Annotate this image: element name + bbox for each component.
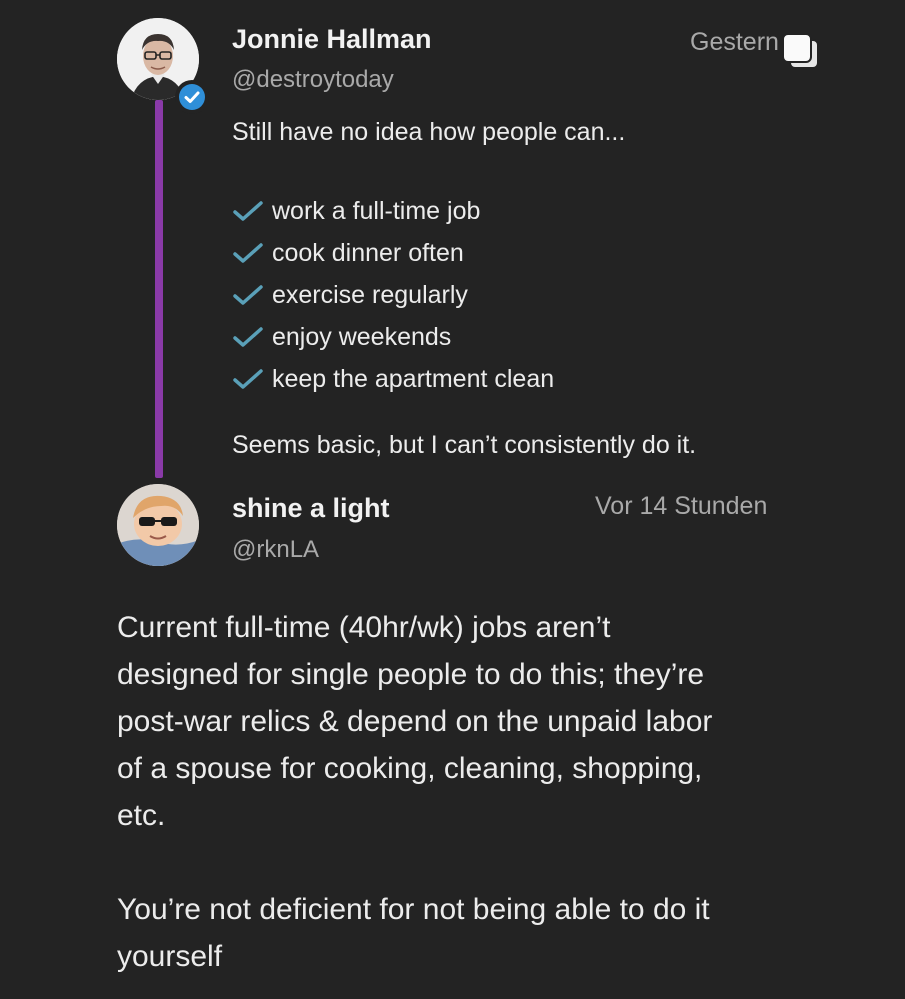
check-icon <box>233 285 263 305</box>
copy-icon[interactable] <box>778 30 822 72</box>
tweet-author-name[interactable]: Jonnie Hallman <box>232 24 432 55</box>
reply-author-handle[interactable]: @rknLA <box>232 536 319 564</box>
check-icon <box>233 201 263 221</box>
checklist-item: work a full-time job <box>232 190 554 232</box>
checklist-item-label: cook dinner often <box>272 238 464 267</box>
check-icon <box>233 243 263 263</box>
tweet-author-handle[interactable]: @destroytoday <box>232 66 394 94</box>
tweet-closing-text: Seems basic, but I can’t consistently do… <box>232 431 697 459</box>
reply-line: Current full-time (40hr/wk) jobs aren’t <box>117 611 611 644</box>
checklist-item: enjoy weekends <box>232 316 554 358</box>
tweet-checklist: work a full-time job cook dinner often e… <box>232 190 554 400</box>
tweet-timestamp: Gestern <box>690 28 779 56</box>
checklist-item: exercise regularly <box>232 274 554 316</box>
reply-line: You’re not deficient for not being able … <box>117 893 710 926</box>
checklist-item-label: enjoy weekends <box>272 322 452 351</box>
avatar-cartoon-image <box>117 484 199 566</box>
checklist-item-label: exercise regularly <box>272 280 468 309</box>
checklist-item-label: keep the apartment clean <box>272 364 555 393</box>
thread-connector-line <box>155 100 163 478</box>
reply-line: post-war relics & depend on the unpaid l… <box>117 705 713 738</box>
reply-line: of a spouse for cooking, cleaning, shopp… <box>117 752 703 785</box>
avatar-shine-a-light[interactable] <box>117 484 199 566</box>
check-icon <box>233 327 263 347</box>
tweet-intro-text: Still have no idea how people can... <box>232 118 626 146</box>
checklist-item-label: work a full-time job <box>272 196 481 225</box>
check-icon <box>233 369 263 389</box>
reply-line: etc. <box>117 799 166 832</box>
thread-view: Jonnie Hallman @destroytoday Gestern Sti… <box>0 0 905 999</box>
verified-badge-icon <box>175 80 209 114</box>
checklist-item: keep the apartment clean <box>232 358 554 400</box>
reply-author-name[interactable]: shine a light <box>232 493 390 524</box>
reply-line: designed for single people to do this; t… <box>117 658 705 691</box>
reply-line: yourself <box>117 940 223 973</box>
checklist-item: cook dinner often <box>232 232 554 274</box>
reply-timestamp: Vor 14 Stunden <box>595 492 768 520</box>
reply-body: Current full-time (40hr/wk) jobs aren’t … <box>117 604 712 980</box>
